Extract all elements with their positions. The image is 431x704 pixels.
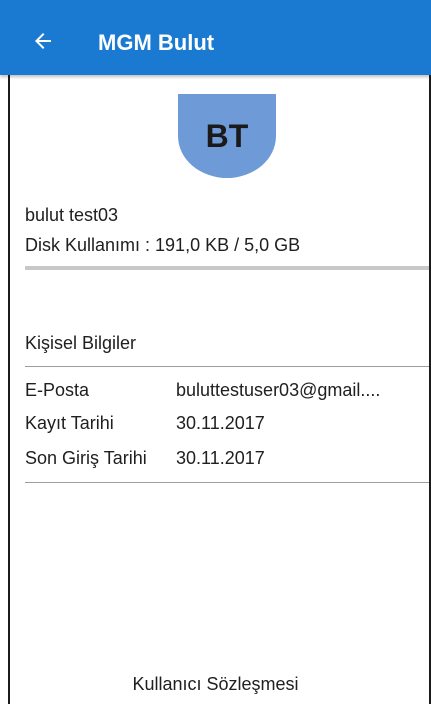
divider: [25, 482, 429, 483]
avatar-initials: BT: [205, 118, 249, 154]
left-edge: [8, 75, 10, 704]
disk-usage-bar: [25, 266, 429, 270]
last-login-label: Son Giriş Tarihi: [25, 448, 147, 468]
registration-date-label: Kayıt Tarihi: [25, 413, 114, 433]
email-value: buluttestuser03@gmail....: [176, 380, 381, 400]
terms-link[interactable]: Kullanıcı Sözleşmesi: [0, 672, 431, 696]
avatar: BT: [178, 94, 276, 178]
app-title: MGM Bulut: [98, 30, 215, 55]
profile-screen: MGM Bulut BT bulut test03 Disk Kullanımı…: [0, 0, 431, 704]
arrow-left-icon: [35, 33, 51, 49]
app-bar: MGM Bulut: [0, 0, 431, 75]
last-login-value: 30.11.2017: [176, 448, 265, 468]
registration-date-value: 30.11.2017: [176, 413, 265, 433]
disk-usage-text: Disk Kullanımı : 191,0 KB / 5,0 GB: [25, 235, 301, 255]
divider: [25, 366, 429, 367]
email-label: E-Posta: [25, 380, 90, 400]
username: bulut test03: [25, 205, 119, 225]
back-button[interactable]: [26, 22, 60, 60]
section-title-personal-info: Kişisel Bilgiler: [25, 333, 137, 353]
